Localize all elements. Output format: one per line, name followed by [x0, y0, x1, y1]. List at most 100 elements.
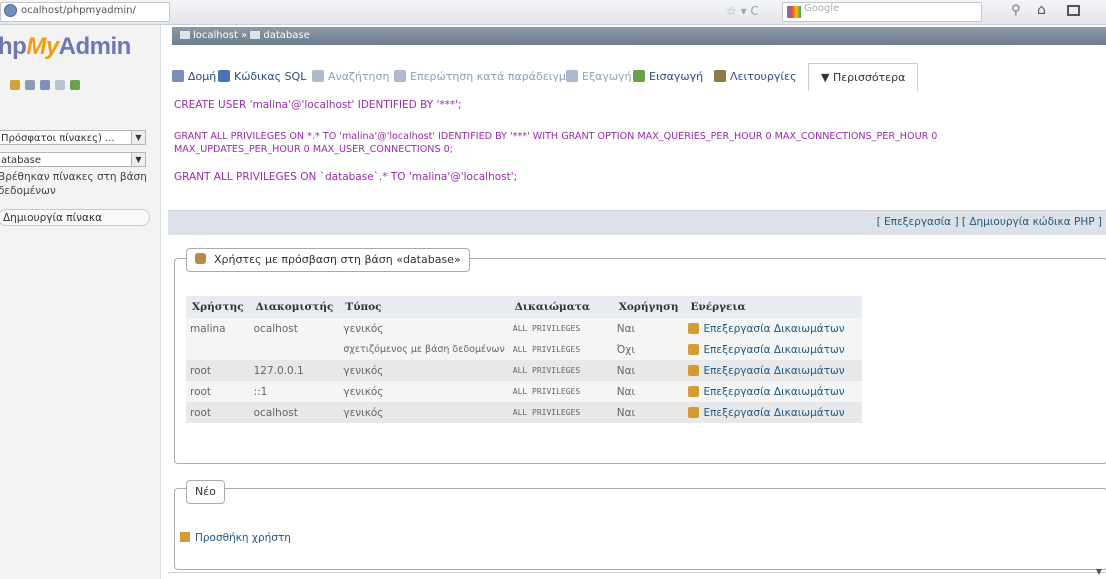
tab-search[interactable]: Αναζήτηση: [312, 63, 389, 91]
table-row: root 127.0.0.1 γενικός ALL PRIVILEGES Να…: [186, 360, 863, 381]
cell-type: γενικός: [339, 360, 509, 381]
tab-export[interactable]: Εξαγωγή: [566, 63, 632, 91]
new-user-fieldset: [174, 488, 1106, 570]
edit-privileges-link[interactable]: Επεξεργασία Δικαιωμάτων: [703, 344, 844, 356]
search-icon[interactable]: ⚲: [1011, 3, 1021, 18]
google-icon: [787, 6, 801, 18]
cell-action: Επεξεργασία Δικαιωμάτων: [684, 381, 863, 402]
cell-host: ocalhost: [249, 402, 340, 423]
tab-operations[interactable]: Λειτουργίες: [714, 63, 797, 91]
cell-host: [249, 339, 340, 360]
bookmark-star-icon[interactable]: ☆ ▾ C: [726, 4, 759, 18]
tab-label: Εισαγωγή: [649, 70, 704, 83]
tab-query[interactable]: Επερώτηση κατά παράδειγμα: [394, 63, 573, 91]
table-row: malina ocalhost γενικός ALL PRIVILEGES Ν…: [186, 318, 863, 339]
users-header-row: Χρήστης Διακομιστής Τύπος Δικαιώματα Χορ…: [186, 296, 863, 318]
sql-line-create-user: CREATE USER 'malina'@'localhost' IDENTIF…: [174, 99, 462, 111]
cell-user: malina: [186, 318, 250, 339]
breadcrumb-server[interactable]: localhost: [193, 30, 238, 41]
wrench-icon: [714, 70, 726, 82]
chevron-down-icon: ▼: [131, 131, 145, 144]
search-placeholder: Google: [804, 3, 840, 14]
users-legend-text: Χρήστες με πρόσβαση στη βάση «database»: [214, 253, 461, 266]
browser-toolbar: ocalhost/phpmyadmin/ ☆ ▾ C Google ⚲ ⌂: [0, 0, 1106, 25]
search-box[interactable]: Google: [782, 2, 982, 22]
query-icon: [394, 70, 406, 82]
edit-privileges-icon: [688, 343, 700, 355]
database-select[interactable]: atabase ▼: [0, 152, 146, 167]
cell-action: Επεξεργασία Δικαιωμάτων: [684, 339, 863, 360]
edit-privileges-icon: [688, 385, 700, 397]
sql-edit-bar: [ Επεξεργασία ] [ Δημιουργία κώδικα PHP …: [168, 210, 1106, 235]
window-icon[interactable]: [1067, 5, 1080, 16]
no-tables-text: Βρέθηκαν πίνακες στη βάση δεδομένων: [0, 171, 147, 197]
cell-privileges: ALL PRIVILEGES: [508, 402, 613, 423]
docs-icon[interactable]: [55, 80, 65, 90]
add-user-text: Προσθήκη χρήστη: [195, 532, 291, 544]
col-type: Τύπος: [339, 296, 509, 318]
edit-privileges-icon: [688, 406, 700, 418]
chevron-down-icon: ▼: [131, 153, 145, 166]
sql-icon: [218, 70, 230, 82]
query-window-icon[interactable]: [40, 80, 50, 90]
cell-privileges: ALL PRIVILEGES: [508, 381, 613, 402]
cell-privileges: ALL PRIVILEGES: [508, 318, 613, 339]
search-icon: [312, 70, 324, 82]
users-table: Χρήστης Διακομιστής Τύπος Δικαιώματα Χορ…: [186, 296, 863, 423]
url-text: ocalhost/phpmyadmin/: [21, 5, 136, 16]
sql-edit-links: [ Επεξεργασία ] [ Δημιουργία κώδικα PHP …: [877, 216, 1102, 228]
cell-action: Επεξεργασία Δικαιωμάτων: [684, 360, 863, 381]
cell-user: [186, 339, 250, 360]
create-php-link[interactable]: [ Δημιουργία κώδικα PHP ]: [962, 216, 1102, 228]
scroll-down-icon[interactable]: ▼: [1096, 567, 1102, 576]
recent-tables-select[interactable]: Πρόσφατοι πίνακες) ... ▼: [0, 130, 146, 145]
tab-label: Αναζήτηση: [328, 70, 390, 83]
breadcrumb: localhost » database: [172, 27, 1106, 45]
edit-privileges-link[interactable]: Επεξεργασία Δικαιωμάτων: [703, 323, 844, 335]
add-user-link[interactable]: Προσθήκη χρήστη: [180, 532, 291, 544]
edit-sql-link[interactable]: [ Επεξεργασία ]: [877, 216, 959, 228]
edit-privileges-link[interactable]: Επεξεργασία Δικαιωμάτων: [703, 407, 844, 419]
phpmyadmin-logo[interactable]: hpMyAdmin: [0, 33, 131, 61]
new-legend: Νέο: [186, 480, 225, 504]
edit-privileges-icon: [688, 322, 700, 334]
settings-icon[interactable]: [70, 80, 80, 90]
tab-label: Επερώτηση κατά παράδειγμα: [410, 70, 574, 83]
cell-host: ocalhost: [249, 318, 340, 339]
edit-privileges-link[interactable]: Επεξεργασία Δικαιωμάτων: [703, 386, 844, 398]
tab-sql[interactable]: Κώδικας SQL: [218, 63, 306, 91]
server-icon: [180, 31, 190, 39]
cell-grant: Όχι: [612, 339, 685, 360]
table-row: σχετιζόμενος με βάση δεδομένων ALL PRIVI…: [186, 339, 863, 360]
nav-icons: [10, 80, 80, 90]
cell-type: γενικός: [339, 402, 509, 423]
cell-action: Επεξεργασία Δικαιωμάτων: [684, 318, 863, 339]
cell-user: root: [186, 381, 250, 402]
cell-grant: Ναι: [612, 318, 685, 339]
cell-user: root: [186, 360, 250, 381]
edit-privileges-link[interactable]: Επεξεργασία Δικαιωμάτων: [703, 365, 844, 377]
breadcrumb-database[interactable]: database: [263, 30, 309, 41]
tab-label: Κώδικας SQL: [234, 70, 307, 83]
cell-privileges: ALL PRIVILEGES: [508, 339, 613, 360]
users-legend: Χρήστες με πρόσβαση στη βάση «database»: [186, 248, 470, 272]
create-table-button[interactable]: Δημιουργία πίνακα: [0, 209, 150, 226]
logout-icon[interactable]: [25, 80, 35, 90]
structure-icon: [172, 70, 184, 82]
home-icon[interactable]: ⌂: [1037, 2, 1046, 18]
cell-action: Επεξεργασία Δικαιωμάτων: [684, 402, 863, 423]
tab-structure[interactable]: Δομή: [168, 63, 216, 91]
users-icon: [195, 253, 206, 264]
tab-import[interactable]: Εισαγωγή: [633, 63, 703, 91]
add-user-icon: [180, 532, 190, 542]
col-action: Ενέργεια: [684, 296, 863, 318]
cell-grant: Ναι: [612, 381, 685, 402]
main-tabs: Δομή Κώδικας SQL Αναζήτηση Επερώτηση κατ…: [168, 63, 1106, 91]
sql-line-grant-limits: MAX_UPDATES_PER_HOUR 0 MAX_USER_CONNECTI…: [174, 144, 453, 155]
cell-type: γενικός: [339, 381, 509, 402]
tab-more[interactable]: ▼ Περισσότερα: [808, 63, 919, 91]
home-icon[interactable]: [10, 80, 20, 90]
logo-php: hp: [0, 33, 27, 60]
export-icon: [566, 70, 578, 82]
table-row: root ocalhost γενικός ALL PRIVILEGES Ναι…: [186, 402, 863, 423]
